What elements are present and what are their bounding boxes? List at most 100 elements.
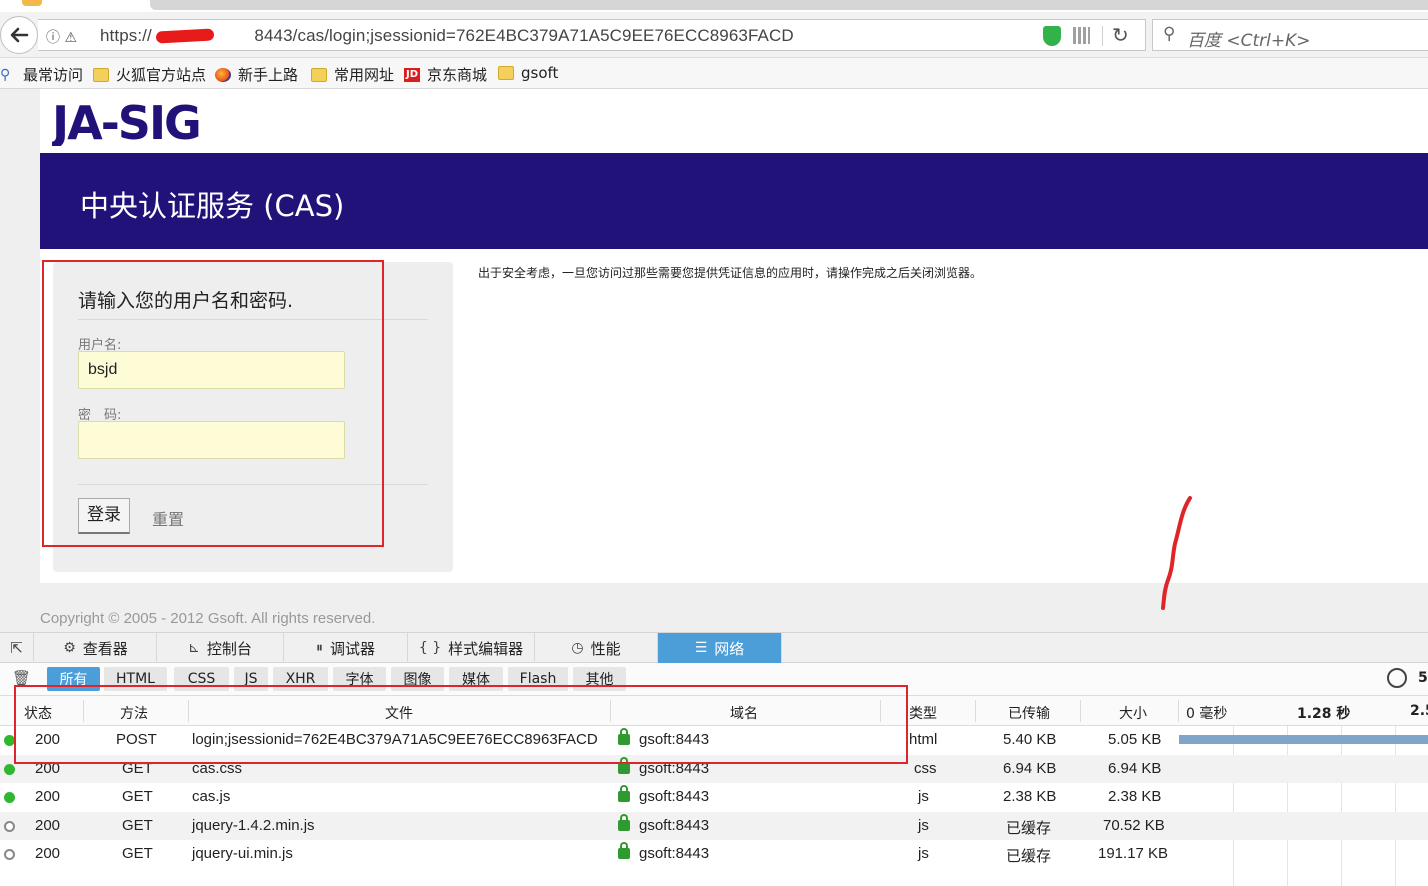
timer-icon[interactable] (1387, 668, 1407, 688)
bookmark-search-icon: ⚲ (0, 66, 11, 83)
clear-trash-icon[interactable]: 🗑 (12, 669, 31, 687)
timeline-tick: 1.28 秒 (1297, 706, 1351, 722)
site-info-icon[interactable]: ⓘ ⚠ (46, 27, 77, 47)
table-row[interactable]: 200 GET cas.css gsoft:8443 css 6.94 KB 6… (0, 754, 1428, 783)
cell-domain: gsoft:8443 (639, 788, 710, 805)
copyright: Copyright © 2005 - 2012 Gsoft. All right… (40, 610, 376, 627)
cell-file: cas.js (192, 788, 231, 805)
bookmark-gsoft[interactable]: gsoft (498, 64, 558, 82)
tab-performance[interactable]: ◷ 性能 (535, 633, 658, 663)
status-dot-icon (4, 792, 15, 803)
login-button[interactable]: 登录 (78, 498, 130, 534)
console-icon: ⊾ (188, 640, 200, 656)
cell-file: jquery-1.4.2.min.js (192, 816, 315, 834)
column-separator (610, 700, 611, 722)
column-type[interactable]: 类型 (909, 703, 937, 723)
filter-images[interactable]: 图像 (391, 667, 444, 691)
bookmark-jd[interactable]: JD 京东商城 (404, 64, 487, 85)
table-row[interactable]: 200 GET jquery-1.4.2.min.js gsoft:8443 j… (0, 811, 1428, 840)
bookmark-label: 最常访问 (23, 66, 84, 84)
bookmark-common-sites[interactable]: 常用网址 (311, 64, 394, 85)
cell-type: js (918, 816, 929, 834)
bookmark-getting-started[interactable]: 新手上路 (215, 64, 298, 85)
cell-status: 200 (35, 816, 61, 834)
annotation-stroke (1161, 496, 1192, 610)
cell-type: js (918, 788, 929, 805)
cell-type: css (914, 759, 937, 777)
cell-transferred: 5.40 KB (1003, 731, 1057, 748)
cell-domain: gsoft:8443 (639, 816, 710, 834)
reload-icon[interactable]: ↻ (1112, 23, 1129, 47)
column-transferred[interactable]: 已传输 (1008, 703, 1050, 723)
reset-button[interactable]: 重置 (152, 506, 184, 530)
security-notice: 出于安全考虑，一旦您访问过那些需要您提供凭证信息的应用时，请操作完成之后关闭浏览… (478, 266, 983, 280)
search-placeholder[interactable]: 百度 <Ctrl+K> (1187, 26, 1311, 51)
cell-transferred: 已缓存 (1006, 848, 1052, 865)
element-picker-icon[interactable]: ⇱ (0, 633, 34, 663)
timeline-tick: 0 毫秒 (1186, 706, 1228, 722)
filter-flash[interactable]: Flash (508, 667, 568, 691)
timeline-tick: 2.5 (1410, 703, 1428, 719)
bookmark-firefox-site[interactable]: 火狐官方站点 (93, 64, 206, 85)
cell-size: 6.94 KB (1108, 759, 1162, 777)
filter-fonts[interactable]: 字体 (333, 667, 386, 691)
banner-title: 中央认证服务 (CAS) (80, 189, 345, 223)
cell-method: GET (122, 788, 153, 805)
filter-media[interactable]: 媒体 (449, 667, 503, 691)
cell-method: GET (122, 845, 153, 862)
firefox-icon (215, 67, 231, 82)
bookmark-label: gsoft (521, 64, 559, 82)
banner: 中央认证服务 (CAS) (40, 153, 1428, 249)
column-separator (1080, 700, 1081, 722)
bookmark-most-visited[interactable]: ⚲ 最常访问 (0, 64, 83, 85)
table-row[interactable]: 200 POST login;jsessionid=762E4BC379A71A… (0, 726, 1428, 755)
filter-all[interactable]: 所有 (47, 667, 100, 691)
divider (78, 319, 428, 320)
folder-icon (93, 67, 109, 82)
tab-favicon-icon (22, 0, 42, 6)
column-size[interactable]: 大小 (1119, 703, 1147, 723)
tab-inspector[interactable]: ⚙ 查看器 (35, 633, 157, 663)
tab-label: 调试器 (329, 639, 375, 658)
filter-other[interactable]: 其他 (573, 667, 626, 691)
filter-css[interactable]: CSS (174, 667, 229, 691)
column-domain[interactable]: 域名 (730, 703, 758, 723)
tab-style-editor[interactable]: { } 样式编辑器 (408, 633, 535, 663)
column-method[interactable]: 方法 (120, 703, 148, 723)
table-row[interactable]: 200 GET jquery-ui.min.js gsoft:8443 js 已… (0, 840, 1428, 869)
cell-transferred: 2.38 KB (1003, 788, 1057, 805)
devtools-toolbar: ⇱ ⚙ 查看器 ⊾ 控制台 ⏸ 调试器 { } 样式编辑器 ◷ 性能 ☰ 网络 (0, 632, 1428, 663)
filter-html[interactable]: HTML (104, 667, 167, 691)
cell-size: 2.38 KB (1108, 788, 1162, 805)
tab-network[interactable]: ☰ 网络 (658, 633, 782, 663)
cell-status: 200 (35, 731, 61, 748)
column-status[interactable]: 状态 (24, 703, 52, 723)
column-file[interactable]: 文件 (385, 703, 413, 723)
shield-icon[interactable] (1043, 26, 1061, 46)
login-heading: 请输入您的用户名和密码. (78, 290, 294, 312)
cell-type: html (909, 731, 938, 748)
column-separator (880, 700, 881, 722)
search-bar[interactable]: ⚲ 百度 <Ctrl+K> (1152, 19, 1428, 51)
lock-icon (618, 813, 630, 831)
column-separator (975, 700, 976, 722)
status-dot-icon (4, 735, 15, 746)
search-icon: ⚲ (1163, 24, 1176, 44)
password-field[interactable] (78, 421, 345, 459)
url-bar[interactable]: ⓘ ⚠ https:// 8443/cas/login;jsessionid=7… (38, 19, 1146, 51)
network-icon: ☰ (694, 640, 708, 656)
cell-file: login;jsessionid=762E4BC379A71A5C9EE76EC… (192, 731, 598, 748)
table-row[interactable]: 200 GET cas.js gsoft:8443 js 2.38 KB 2.3… (0, 783, 1428, 812)
filter-js[interactable]: JS (234, 667, 268, 691)
tab-edge (150, 0, 1428, 10)
back-button[interactable] (0, 16, 38, 54)
network-table-header: 状态 方法 文件 域名 类型 已传输 大小 0 毫秒 1.28 秒 2.5 (0, 696, 1428, 726)
waterfall-bar (1179, 735, 1428, 744)
tab-console[interactable]: ⊾ 控制台 (157, 633, 284, 663)
tab-label: 性能 (590, 639, 621, 658)
bookmarks-toolbar: ⚲ 最常访问 火狐官方站点 新手上路 常用网址 JD 京东商城 gsoft (0, 58, 1428, 89)
username-field[interactable]: bsjd (78, 351, 345, 389)
filter-xhr[interactable]: XHR (273, 667, 328, 691)
qr-code-icon[interactable] (1073, 27, 1090, 44)
tab-debugger[interactable]: ⏸ 调试器 (284, 633, 408, 663)
